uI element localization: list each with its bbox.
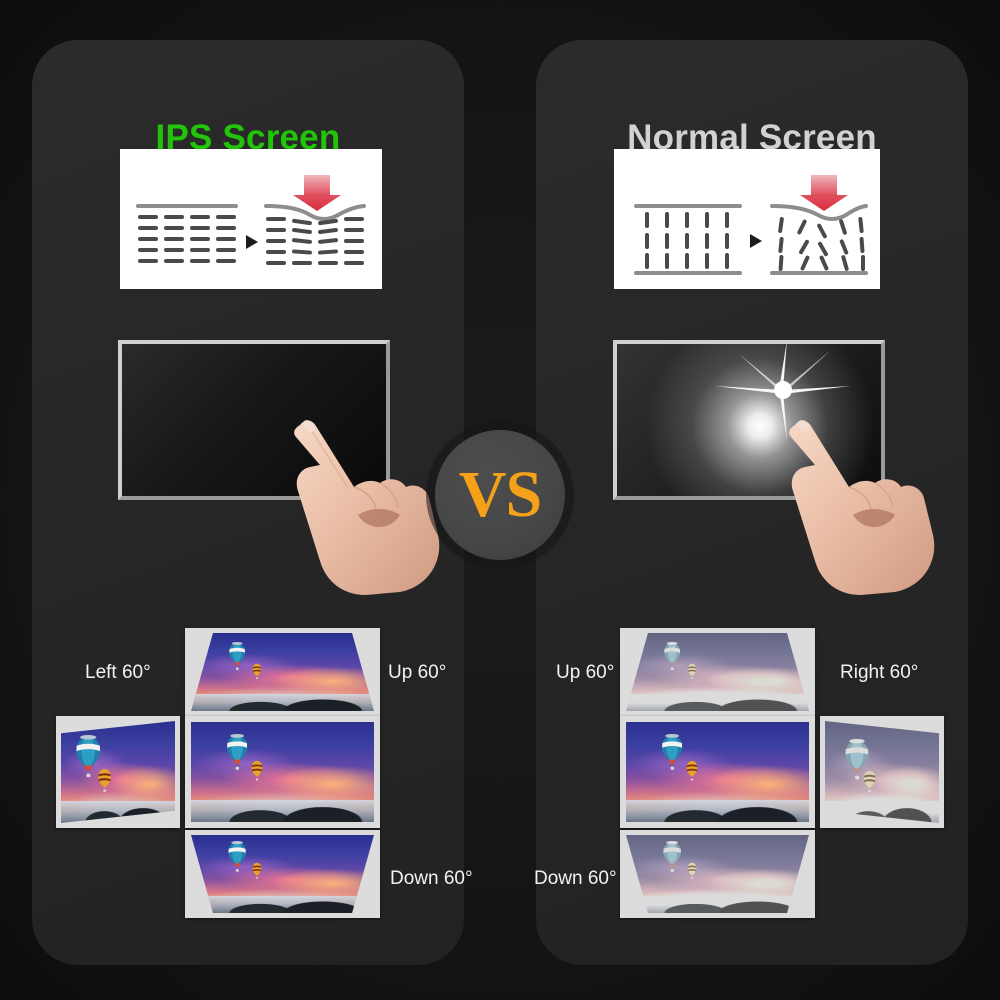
balloon-image — [626, 835, 809, 913]
angle-view-down-ips — [185, 830, 380, 918]
screen-surface-normal — [617, 344, 881, 496]
angle-view-right-normal — [820, 716, 944, 828]
angle-label-up-ips: Up 60° — [388, 662, 447, 683]
vs-badge: VS — [435, 430, 565, 560]
touch-demo-normal — [613, 340, 885, 500]
balloon-image — [191, 722, 374, 822]
structure-diagram-ips — [120, 149, 382, 289]
horizontal-alignment-icon — [136, 175, 366, 265]
balloon-icon — [687, 862, 697, 879]
angle-label-down-normal: Down 60° — [534, 868, 617, 889]
balloon-image — [626, 722, 809, 822]
balloon-icon — [252, 862, 262, 879]
balloon-image — [191, 633, 374, 711]
balloon-image — [825, 721, 939, 823]
balloon-icon — [686, 760, 698, 781]
balloon-icon — [864, 770, 876, 792]
balloon-icon — [687, 663, 697, 679]
starburst-icon — [715, 344, 851, 440]
balloon-icon — [98, 768, 112, 792]
balloon-icon — [252, 663, 262, 679]
balloon-image — [626, 633, 809, 711]
angle-label-up-normal: Up 60° — [556, 662, 615, 683]
angle-view-left-ips — [56, 716, 180, 828]
angle-view-up-normal — [620, 628, 815, 716]
balloon-icon — [251, 760, 263, 781]
balloon-image — [191, 835, 374, 913]
touch-demo-ips — [118, 340, 390, 500]
monitor-frame-ips — [118, 340, 390, 500]
angle-view-up-ips — [185, 628, 380, 716]
screen-surface-ips — [122, 344, 386, 496]
angle-label-down-ips: Down 60° — [390, 868, 473, 889]
comparison-infographic: IPS Screen Normal Screen VS Up 60° Left … — [0, 0, 1000, 1000]
angle-label-right-normal: Right 60° — [840, 662, 919, 683]
monitor-frame-normal — [613, 340, 885, 500]
angle-view-down-normal — [620, 830, 815, 918]
angle-label-left-ips: Left 60° — [85, 662, 151, 683]
vertical-alignment-icon — [634, 175, 868, 275]
pressure-arrow-icon — [293, 175, 341, 211]
structure-diagram-normal — [614, 149, 880, 289]
vs-label: VS — [458, 458, 542, 531]
angle-view-center-ips — [185, 716, 380, 828]
pressure-arrow-icon — [800, 175, 848, 211]
angle-view-center-normal — [620, 716, 815, 828]
balloon-image — [61, 721, 175, 823]
